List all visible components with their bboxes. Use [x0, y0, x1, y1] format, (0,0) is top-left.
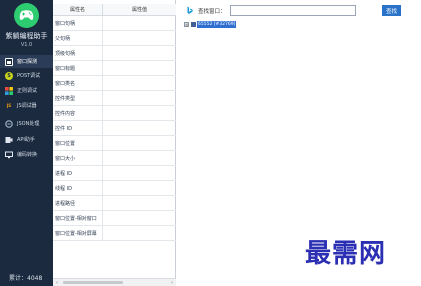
property-value-cell[interactable] [103, 121, 176, 135]
table-row[interactable]: 窗口位置-相对屏幕 [53, 226, 176, 241]
property-name-cell: 控件 ID [53, 121, 103, 135]
property-value-cell[interactable] [103, 166, 176, 180]
scrollbar-thumb[interactable] [63, 281, 123, 284]
watermark: 最需网 [305, 239, 387, 269]
sidebar-item-label: JS调试器 [17, 103, 37, 109]
sidebar-item-js[interactable]: JS JS调试器 [0, 99, 53, 112]
property-name-cell: 窗口句柄 [53, 16, 103, 30]
table-row[interactable]: 顶级句柄 [53, 46, 176, 61]
property-name-cell: 控件内容 [53, 106, 103, 120]
property-value-cell[interactable] [103, 211, 176, 225]
monitor-icon [5, 151, 13, 159]
sidebar-item-post[interactable]: S POST调试 [0, 69, 53, 82]
window-icon [5, 57, 13, 66]
scroll-right-arrow-icon[interactable]: › [168, 279, 176, 286]
table-row[interactable]: 窗口位置-相对窗口 [53, 211, 176, 226]
property-name-cell: 进程 ID [53, 166, 103, 180]
property-table-body: 窗口句柄 父句柄 顶级句柄 窗口标题 窗口类名 控件类型 控件内容 控件 ID 窗口位置 窗口大小… [53, 16, 176, 241]
property-value-cell[interactable] [103, 196, 176, 210]
scroll-left-arrow-icon[interactable]: ‹ [53, 279, 61, 286]
horizontal-scrollbar[interactable]: ‹ › [53, 278, 176, 286]
property-name-cell: 线程 ID [53, 181, 103, 195]
post-s-icon: S [5, 71, 13, 80]
property-value-cell[interactable] [103, 16, 176, 30]
table-row[interactable]: 控件内容 [53, 106, 176, 121]
sidebar-item-regex[interactable]: 正则调试 [0, 84, 53, 97]
table-row[interactable]: 控件类型 [53, 91, 176, 106]
property-name-cell: 顶级句柄 [53, 46, 103, 60]
property-value-cell[interactable] [103, 226, 176, 240]
sidebar-item-encoding[interactable]: 编码转换 [0, 148, 53, 161]
sidebar: 紫躺编程助手 V1.0 窗口探测 S POST调试 正则调试 JS JS调试器 … [0, 0, 53, 286]
column-header-name[interactable]: 属性名 [53, 4, 103, 15]
table-row[interactable]: 父句柄 [53, 31, 176, 46]
sidebar-item-json[interactable]: JSON处理 [0, 117, 53, 130]
table-row[interactable]: 窗口标题 [53, 61, 176, 76]
property-value-cell[interactable] [103, 46, 176, 60]
property-panel: 属性名 属性值 窗口句柄 父句柄 顶级句柄 窗口标题 窗口类名 控件类型 控件内容 控件 ID… [53, 0, 176, 286]
window-tree-panel: 查找窗口： 查找 ⊞ 65552 [#32769] 最需网 [177, 0, 421, 286]
sidebar-item-label: 窗口探测 [17, 59, 38, 65]
property-value-cell[interactable] [103, 151, 176, 165]
property-table-header: 属性名 属性值 [53, 4, 176, 16]
sidebar-item-label: POST调试 [17, 73, 41, 79]
table-row[interactable]: 进程路径 [53, 196, 176, 211]
app-name: 紫躺编程助手 [5, 32, 48, 40]
property-name-cell: 窗口位置-相对窗口 [53, 211, 103, 225]
sidebar-item-window-probe[interactable]: 窗口探测 [0, 55, 53, 68]
expand-icon[interactable]: ⊞ [184, 22, 189, 27]
property-name-cell: 窗口标题 [53, 61, 103, 75]
js-icon: JS [5, 101, 13, 110]
bing-search-icon [185, 6, 194, 15]
property-name-cell: 窗口类名 [53, 76, 103, 90]
tree-node-label[interactable]: 65552 [#32769] [197, 21, 237, 28]
property-name-cell: 窗口位置 [53, 136, 103, 150]
sidebar-item-api[interactable]: API助手 [0, 133, 53, 146]
property-value-cell[interactable] [103, 76, 176, 90]
table-row[interactable]: 窗口句柄 [53, 16, 176, 31]
json-icon [5, 119, 13, 128]
total-count: 累计：4048 [9, 275, 43, 282]
table-row[interactable]: 窗口位置 [53, 136, 176, 151]
sidebar-item-label: 编码转换 [17, 152, 38, 158]
table-row[interactable]: 窗口大小 [53, 151, 176, 166]
table-row[interactable]: 进程 ID [53, 166, 176, 181]
sidebar-item-label: JSON处理 [17, 121, 40, 127]
property-name-cell: 父句柄 [53, 31, 103, 45]
property-value-cell[interactable] [103, 31, 176, 45]
tree-node[interactable]: ⊞ 65552 [#32769] [184, 21, 237, 28]
property-name-cell: 控件类型 [53, 91, 103, 105]
property-name-cell: 进程路径 [53, 196, 103, 210]
table-row[interactable]: 线程 ID [53, 181, 176, 196]
window-node-icon [191, 22, 196, 27]
api-icon [5, 136, 13, 144]
search-button[interactable]: 查找 [382, 5, 401, 16]
sidebar-item-label: API助手 [17, 137, 35, 143]
property-value-cell[interactable] [103, 91, 176, 105]
table-row[interactable]: 窗口类名 [53, 76, 176, 91]
property-value-cell[interactable] [103, 136, 176, 150]
column-header-value[interactable]: 属性值 [103, 4, 176, 15]
search-input[interactable] [230, 5, 356, 16]
property-name-cell: 窗口位置-相对屏幕 [53, 226, 103, 240]
property-value-cell[interactable] [103, 61, 176, 75]
search-label: 查找窗口： [198, 9, 226, 15]
table-row[interactable]: 控件 ID [53, 121, 176, 136]
search-bar: 查找窗口： 查找 [177, 5, 421, 17]
app-version: V1.0 [20, 42, 33, 48]
property-value-cell[interactable] [103, 181, 176, 195]
regex-grid-icon [5, 86, 13, 95]
property-name-cell: 窗口大小 [53, 151, 103, 165]
sidebar-item-label: 正则调试 [17, 88, 38, 94]
gamepad-logo-icon [14, 3, 39, 28]
property-value-cell[interactable] [103, 106, 176, 120]
